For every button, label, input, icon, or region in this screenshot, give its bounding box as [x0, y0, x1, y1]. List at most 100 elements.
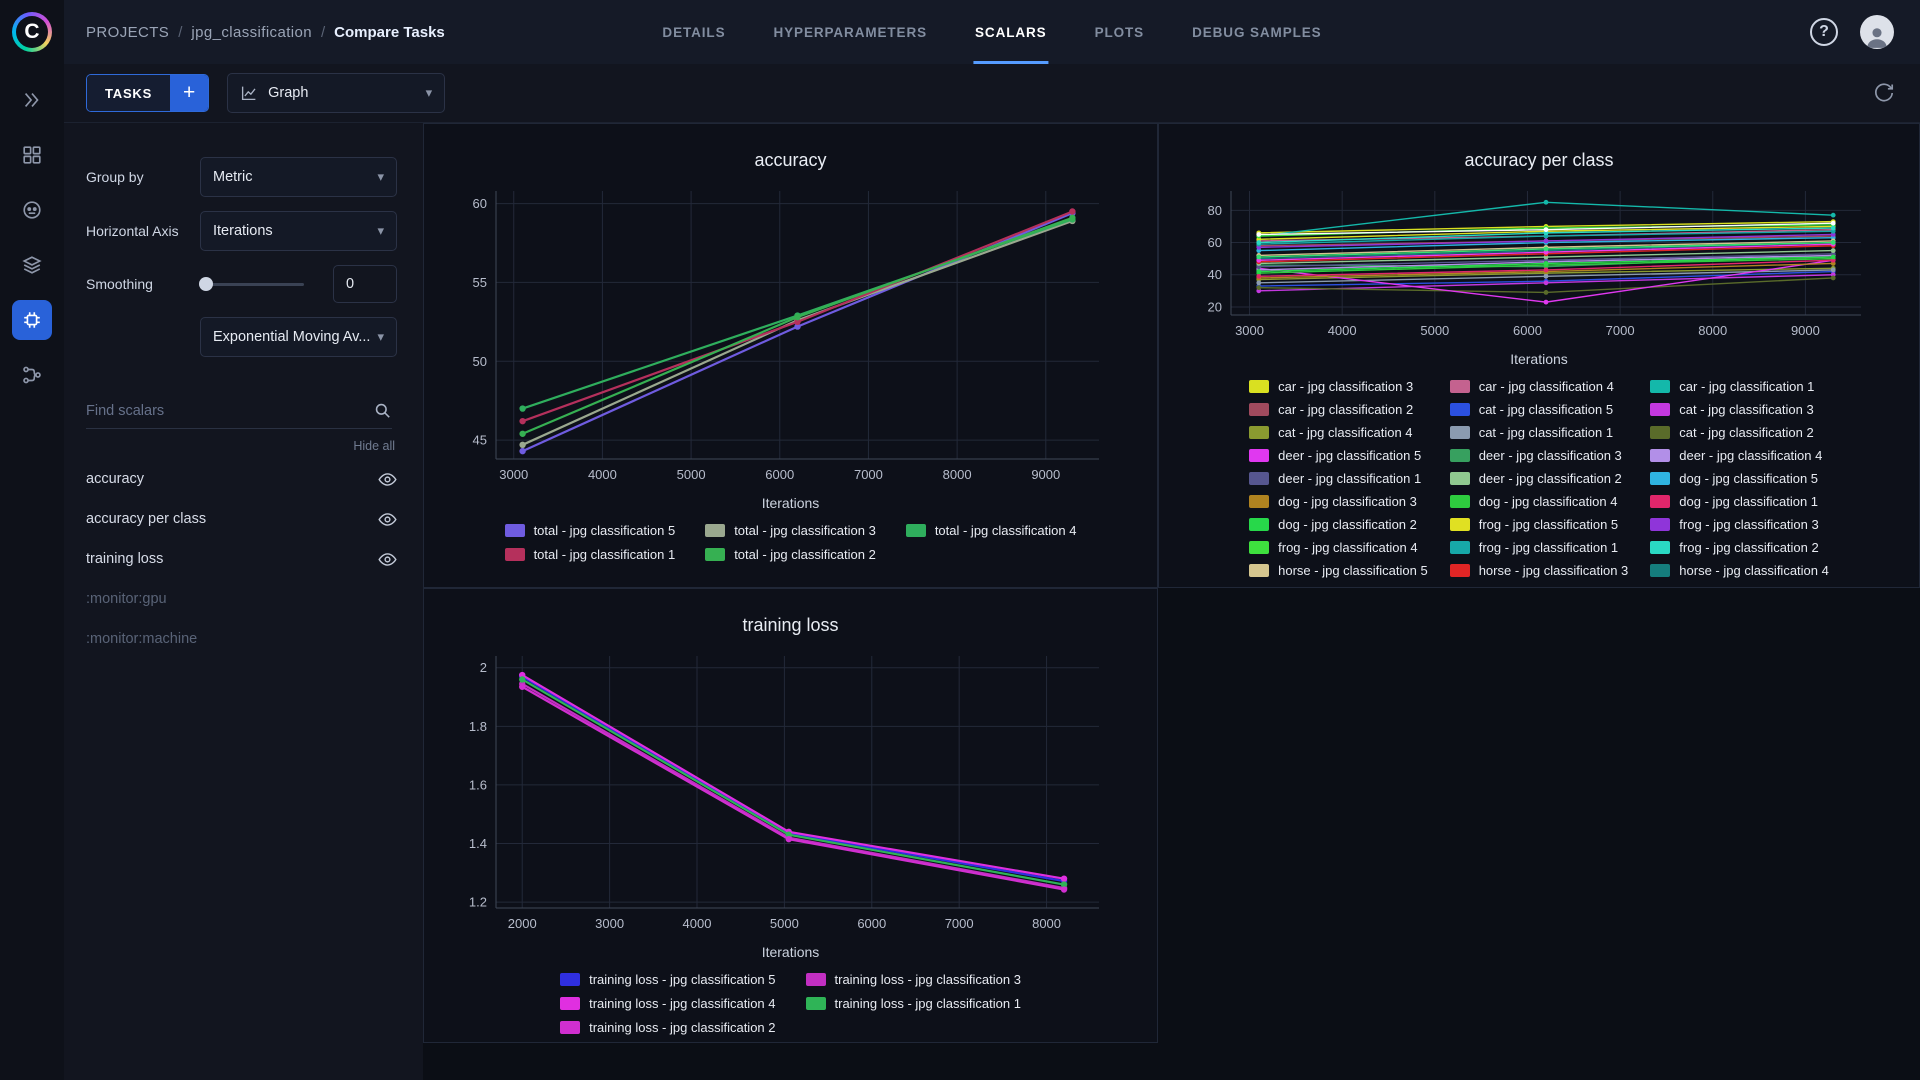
sidebar-icon-pipelines[interactable] [12, 355, 52, 395]
horizontal-axis-select[interactable]: Iterations ▾ [200, 211, 397, 251]
legend-item[interactable]: cat - jpg classification 2 [1650, 425, 1829, 440]
tab-scalars[interactable]: SCALARS [973, 0, 1049, 64]
legend-item[interactable]: training loss - jpg classification 4 [560, 996, 776, 1011]
eye-icon[interactable] [378, 470, 397, 489]
legend-item[interactable]: cat - jpg classification 1 [1449, 425, 1629, 440]
tab-plots[interactable]: PLOTS [1095, 0, 1145, 64]
metric-row-accuracy-per-class[interactable]: accuracy per class [86, 499, 397, 539]
chart-card-accuracy-per-class: accuracy per class 3000 4000 5000 6000 7000 8… [1158, 123, 1920, 588]
metric-row-training-loss[interactable]: training loss [86, 539, 397, 579]
chart-plot-area[interactable]: 3000 4000 5000 6000 7000 8000 9000 45 50 55 60 [424, 181, 1157, 493]
legend-item[interactable]: horse - jpg classification 3 [1449, 563, 1629, 578]
view-type-select[interactable]: Graph ▾ [227, 73, 446, 113]
legend-label: training loss - jpg classification 1 [834, 996, 1021, 1011]
legend-label: dog - jpg classification 1 [1679, 494, 1819, 509]
legend-swatch [1449, 426, 1470, 439]
legend-item[interactable]: dog - jpg classification 4 [1449, 494, 1629, 509]
svg-text:2000: 2000 [508, 916, 537, 931]
sidebar-icon-datasets[interactable] [12, 190, 52, 230]
add-task-button[interactable]: + [170, 75, 209, 111]
legend-item[interactable]: dog - jpg classification 3 [1249, 494, 1428, 509]
breadcrumb-projects[interactable]: PROJECTS [86, 24, 169, 41]
metric-row-monitor-gpu[interactable]: :monitor:gpu [86, 579, 397, 619]
sidebar-icon-models[interactable] [12, 245, 52, 285]
group-by-select[interactable]: Metric ▾ [200, 157, 397, 197]
legend-item[interactable]: deer - jpg classification 1 [1249, 471, 1428, 486]
svg-text:60: 60 [473, 196, 487, 211]
search-icon[interactable] [373, 401, 392, 420]
svg-text:4000: 4000 [683, 916, 712, 931]
legend-item[interactable]: frog - jpg classification 5 [1449, 517, 1629, 532]
help-icon[interactable]: ? [1810, 18, 1838, 46]
legend-label: cat - jpg classification 1 [1478, 425, 1614, 440]
clearml-logo-icon[interactable] [12, 12, 52, 52]
svg-text:5000: 5000 [1420, 323, 1449, 338]
legend-item[interactable]: cat - jpg classification 4 [1249, 425, 1428, 440]
chart-plot-area[interactable]: 2000 3000 4000 5000 6000 7000 8000 1.2 1.4 1.6 1.8… [424, 646, 1157, 942]
legend-item[interactable]: horse - jpg classification 2 [1450, 586, 1629, 587]
breadcrumb-separator: / [320, 23, 326, 41]
legend-label: horse - jpg classification 3 [1478, 563, 1629, 578]
legend-item[interactable]: training loss - jpg classification 5 [560, 972, 776, 987]
user-avatar[interactable] [1860, 15, 1894, 49]
legend-item[interactable]: total - jpg classification 5 [504, 523, 675, 538]
legend-item[interactable]: total - jpg classification 3 [705, 523, 876, 538]
legend-item[interactable]: car - jpg classification 1 [1650, 379, 1829, 394]
legend-item[interactable]: deer - jpg classification 4 [1650, 448, 1829, 463]
legend-item[interactable]: training loss - jpg classification 2 [560, 1020, 776, 1035]
legend-label: dog - jpg classification 4 [1478, 494, 1618, 509]
refresh-toggle-icon[interactable] [1872, 81, 1896, 105]
legend-item[interactable]: dog - jpg classification 1 [1650, 494, 1829, 509]
sidebar-icon-experiments[interactable] [12, 300, 52, 340]
legend-item[interactable]: dog - jpg classification 2 [1249, 517, 1428, 532]
legend-label: deer - jpg classification 3 [1478, 448, 1622, 463]
legend-item[interactable]: cat - jpg classification 3 [1650, 402, 1829, 417]
sidebar-icon-dashboard[interactable] [12, 80, 52, 120]
smoothing-slider[interactable] [199, 276, 304, 291]
tab-debug-samples[interactable]: DEBUG SAMPLES [1192, 0, 1321, 64]
legend-item[interactable]: horse - jpg classification 4 [1650, 563, 1829, 578]
legend-item[interactable]: deer - jpg classification 2 [1449, 471, 1629, 486]
tasks-button[interactable]: TASKS [87, 75, 171, 111]
hide-all-link[interactable]: Hide all [86, 439, 395, 453]
metric-row-monitor-machine[interactable]: :monitor:machine [86, 619, 397, 659]
legend-swatch [1449, 541, 1470, 554]
legend-item[interactable]: training loss - jpg classification 1 [805, 996, 1021, 1011]
breadcrumb-project-name[interactable]: jpg_classification [191, 24, 312, 41]
tab-details[interactable]: DETAILS [662, 0, 725, 64]
legend-item[interactable]: horse - jpg classification 5 [1249, 563, 1428, 578]
legend-item[interactable]: deer - jpg classification 3 [1449, 448, 1629, 463]
legend-item[interactable]: car - jpg classification 4 [1449, 379, 1629, 394]
legend-item[interactable]: total - jpg classification 4 [905, 523, 1076, 538]
chart-plot-area[interactable]: 3000 4000 5000 6000 7000 8000 9000 20 40 60 80 [1159, 181, 1919, 349]
legend-label: dog - jpg classification 2 [1278, 517, 1417, 532]
smoothing-method-select[interactable]: Exponential Moving Av... ▾ [200, 317, 397, 357]
metric-row-accuracy[interactable]: accuracy [86, 459, 397, 499]
legend-item[interactable]: frog - jpg classification 2 [1650, 540, 1829, 555]
legend-item[interactable]: frog - jpg classification 4 [1249, 540, 1428, 555]
legend-item[interactable]: training loss - jpg classification 3 [805, 972, 1021, 987]
sidebar-icon-projects[interactable] [12, 135, 52, 175]
legend-item[interactable]: car - jpg classification 5 [1650, 586, 1829, 587]
legend-item[interactable]: frog - jpg classification 1 [1449, 540, 1629, 555]
eye-icon[interactable] [378, 510, 397, 529]
legend-item[interactable]: deer - jpg classification 5 [1249, 448, 1428, 463]
eye-icon[interactable] [378, 550, 397, 569]
search-input[interactable] [86, 402, 373, 419]
legend-item[interactable]: dog - jpg classification 5 [1650, 471, 1829, 486]
legend-swatch [1650, 403, 1671, 416]
chart-x-axis-label: Iterations [761, 495, 820, 511]
svg-text:80: 80 [1208, 203, 1222, 218]
smoothing-value-input[interactable] [333, 265, 397, 303]
legend-item[interactable]: car - jpg classification 2 [1249, 402, 1428, 417]
smoothing-slider-handle[interactable] [199, 276, 213, 291]
legend-item[interactable]: cat - jpg classification 5 [1449, 402, 1629, 417]
legend-item[interactable]: car - jpg classification 3 [1249, 379, 1428, 394]
legend-item[interactable]: total - jpg classification 2 [705, 547, 876, 562]
legend-item[interactable]: frog - jpg classification 3 [1650, 517, 1829, 532]
legend-item[interactable]: total - jpg classification 1 [504, 547, 675, 562]
legend-swatch [1650, 518, 1671, 531]
legend-item[interactable]: horse - jpg classification 1 [1249, 586, 1428, 587]
tab-hyperparameters[interactable]: HYPERPARAMETERS [773, 0, 927, 64]
legend-swatch [1449, 564, 1470, 577]
